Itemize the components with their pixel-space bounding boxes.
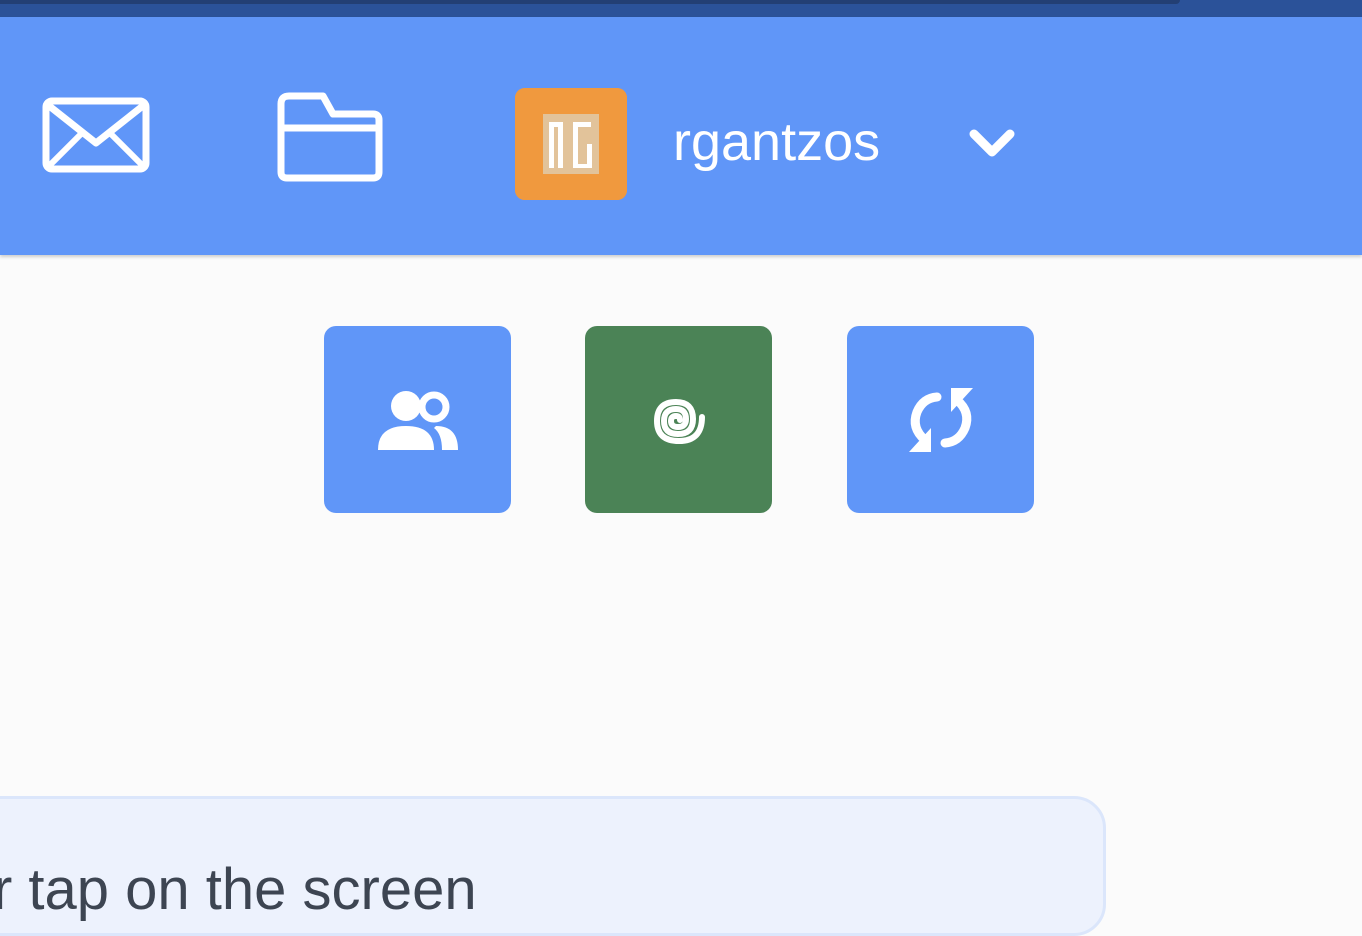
folder-icon — [277, 92, 383, 182]
messages-button[interactable] — [40, 95, 152, 175]
avatar-image — [515, 88, 627, 200]
users-button[interactable] — [324, 326, 511, 513]
sync-button[interactable] — [847, 326, 1034, 513]
top-navigation-bar: rgantzos — [0, 17, 1362, 255]
sync-icon — [908, 387, 973, 452]
mail-icon — [42, 97, 150, 173]
account-menu-toggle[interactable] — [964, 123, 1020, 165]
browser-top-strip — [0, 0, 1362, 17]
instruction-text: r tap on the screen — [0, 857, 477, 922]
spiral-button[interactable] — [585, 326, 772, 513]
spiral-icon — [653, 398, 705, 444]
top-strip-edge — [0, 0, 1180, 4]
username-label[interactable]: rgantzos — [673, 107, 880, 177]
avatar[interactable] — [515, 88, 627, 200]
instruction-panel: r tap on the screen — [0, 796, 1106, 936]
users-icon — [377, 390, 458, 450]
my-stuff-button[interactable] — [274, 87, 386, 183]
chevron-down-icon — [969, 129, 1015, 157]
